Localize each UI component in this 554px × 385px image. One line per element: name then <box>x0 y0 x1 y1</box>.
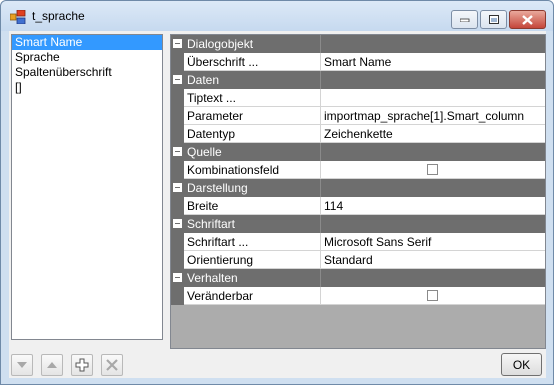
property-value[interactable]: importmap_sprache[1].Smart_column <box>324 109 524 123</box>
collapse-icon[interactable] <box>173 147 182 156</box>
category-label: Schriftart <box>187 217 236 231</box>
row-gutter <box>171 233 184 251</box>
dialog-client-area: Smart Name Sprache Spaltenüberschrift[] Di… <box>9 31 546 378</box>
column-divider <box>320 233 321 251</box>
add-button[interactable] <box>71 354 93 376</box>
list-item[interactable]: Smart Name <box>12 35 162 50</box>
property-name: Schriftart ... <box>187 235 249 249</box>
grid-category-row[interactable]: Verhalten <box>171 269 545 287</box>
property-name: Breite <box>187 199 219 213</box>
arrow-down-icon <box>17 362 27 368</box>
category-label: Verhalten <box>187 271 238 285</box>
collapse-icon[interactable] <box>173 39 182 48</box>
row-gutter <box>171 287 184 305</box>
list-item[interactable]: Sprache <box>12 50 162 65</box>
collapse-icon[interactable] <box>173 219 182 228</box>
dialog-window: t_sprache Smart Name Sprache Spaltenübersc… <box>0 0 554 385</box>
row-divider <box>184 304 545 305</box>
category-label: Dialogobjekt <box>187 37 254 51</box>
maximize-icon <box>488 15 499 24</box>
property-checkbox[interactable] <box>427 164 438 175</box>
property-value[interactable]: Zeichenkette <box>324 127 393 141</box>
category-label: Daten <box>187 73 220 87</box>
row-gutter <box>171 89 184 107</box>
grid-property-row[interactable]: Schriftart ... Microsoft Sans Serif <box>171 233 545 251</box>
row-gutter <box>171 125 184 143</box>
property-value[interactable]: Smart Name <box>324 55 391 69</box>
grid-property-row[interactable]: Überschrift ... Smart Name <box>171 53 545 71</box>
property-name: Tiptext ... <box>187 91 236 105</box>
grid-category-row[interactable]: Dialogobjekt <box>171 35 545 53</box>
delete-icon <box>106 359 118 371</box>
grid-property-row[interactable]: Veränderbar <box>171 287 545 305</box>
property-name: Parameter <box>187 109 244 123</box>
column-divider <box>320 251 321 269</box>
column-divider <box>320 269 321 287</box>
column-divider <box>320 161 321 179</box>
close-icon <box>522 14 533 25</box>
column-divider <box>320 179 321 197</box>
maximize-button[interactable] <box>480 10 507 29</box>
collapse-icon[interactable] <box>173 75 182 84</box>
grid-property-row[interactable]: Parameter importmap_sprache[1].Smart_colu… <box>171 107 545 125</box>
delete-button[interactable] <box>101 354 123 376</box>
column-divider <box>320 35 321 53</box>
grid-property-row[interactable]: Tiptext ... <box>171 89 545 107</box>
window-title: t_sprache <box>32 9 85 23</box>
property-name: Veränderbar <box>187 289 254 303</box>
list-item[interactable]: Spaltenüberschrift <box>12 65 162 80</box>
title-bar[interactable]: t_sprache <box>1 1 553 31</box>
property-value[interactable]: Standard <box>324 253 373 267</box>
move-up-button[interactable] <box>41 354 63 376</box>
property-checkbox[interactable] <box>427 290 438 301</box>
property-grid[interactable]: Dialogobjekt Überschrift ... Smart Name Dat… <box>170 34 546 349</box>
category-label: Quelle <box>187 145 222 159</box>
minimize-button[interactable] <box>451 10 478 29</box>
grid-category-row[interactable]: Quelle <box>171 143 545 161</box>
field-listbox[interactable]: Smart Name Sprache Spaltenüberschrift[] <box>11 34 163 340</box>
column-divider <box>320 89 321 107</box>
row-gutter <box>171 53 184 71</box>
move-down-button[interactable] <box>11 354 33 376</box>
row-gutter <box>171 161 184 179</box>
grid-property-row[interactable]: Breite 114 <box>171 197 545 215</box>
grid-property-row[interactable]: Orientierung Standard <box>171 251 545 269</box>
grid-category-row[interactable]: Daten <box>171 71 545 89</box>
add-icon <box>75 358 89 372</box>
column-divider <box>320 71 321 89</box>
grid-property-row[interactable]: Datentyp Zeichenkette <box>171 125 545 143</box>
list-item[interactable]: [] <box>12 80 162 95</box>
minimize-icon <box>459 18 469 22</box>
row-gutter <box>171 107 184 125</box>
column-divider <box>320 287 321 305</box>
close-window-button[interactable] <box>509 10 546 29</box>
grid-category-row[interactable]: Schriftart <box>171 215 545 233</box>
grid-property-row[interactable]: Kombinationsfeld <box>171 161 545 179</box>
column-divider <box>320 197 321 215</box>
category-label: Darstellung <box>187 181 248 195</box>
property-name: Orientierung <box>187 253 254 267</box>
property-name: Datentyp <box>187 127 236 141</box>
collapse-icon[interactable] <box>173 183 182 192</box>
ok-button[interactable]: OK <box>501 353 542 376</box>
property-name: Kombinationsfeld <box>187 163 280 177</box>
property-value[interactable]: 114 <box>324 199 343 213</box>
collapse-icon[interactable] <box>173 273 182 282</box>
column-divider <box>320 107 321 125</box>
property-value[interactable]: Microsoft Sans Serif <box>324 235 431 249</box>
column-divider <box>320 215 321 233</box>
column-divider <box>320 143 321 161</box>
row-gutter <box>171 197 184 215</box>
grid-category-row[interactable]: Darstellung <box>171 179 545 197</box>
property-name: Überschrift ... <box>187 55 259 69</box>
app-icon <box>10 10 26 24</box>
arrow-up-icon <box>47 362 57 368</box>
column-divider <box>320 125 321 143</box>
row-gutter <box>171 251 184 269</box>
column-divider <box>320 53 321 71</box>
